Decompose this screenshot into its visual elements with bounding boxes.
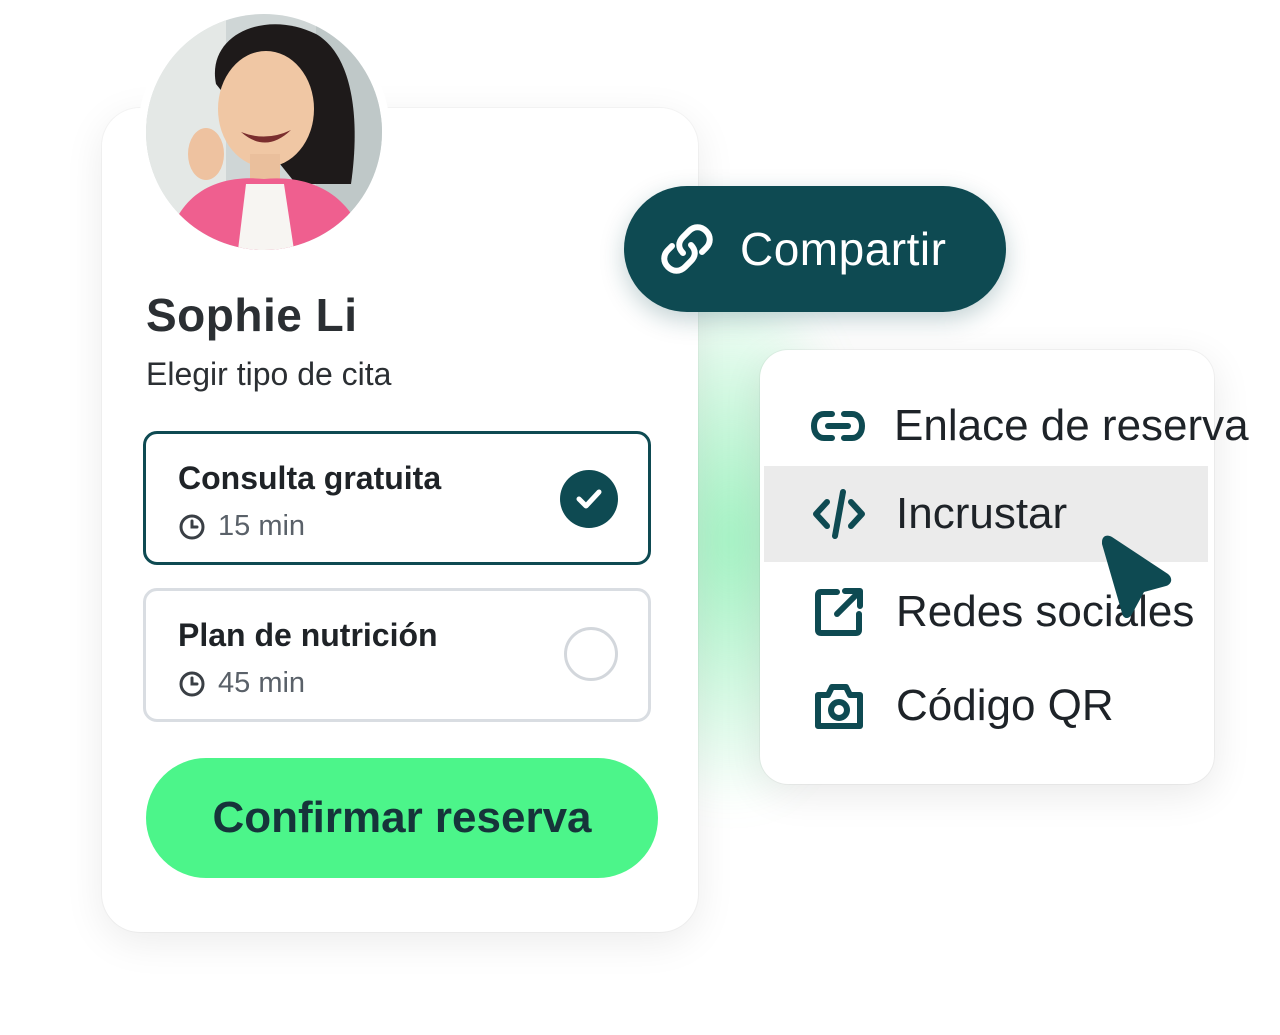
option-duration-text: 45 min bbox=[218, 667, 306, 699]
code-icon bbox=[810, 485, 868, 543]
link-icon bbox=[661, 224, 713, 274]
option-title: Consulta gratuita bbox=[178, 460, 442, 496]
option-title: Plan de nutrición bbox=[178, 617, 438, 653]
option-duration: 45 min bbox=[178, 667, 305, 700]
unselected-radio[interactable] bbox=[564, 627, 618, 681]
appointment-option-free-consultation[interactable]: Consulta gratuita 15 min bbox=[143, 431, 651, 565]
share-button-label: Compartir bbox=[740, 223, 947, 275]
external-link-icon bbox=[810, 583, 868, 641]
profile-name: Sophie Li bbox=[146, 289, 358, 341]
share-button[interactable]: Compartir bbox=[624, 186, 1006, 312]
camera-icon bbox=[810, 677, 868, 735]
menu-item-qr-code[interactable]: Código QR bbox=[764, 658, 1208, 754]
profile-subtitle: Elegir tipo de cita bbox=[146, 356, 392, 392]
menu-item-label: Enlace de reserva bbox=[894, 401, 1249, 450]
menu-item-booking-link[interactable]: Enlace de reserva bbox=[764, 378, 1249, 474]
clock-icon bbox=[179, 514, 205, 539]
menu-item-label: Incrustar bbox=[896, 489, 1068, 538]
appointment-option-nutrition-plan[interactable]: Plan de nutrición 45 min bbox=[143, 588, 651, 722]
link-icon bbox=[810, 397, 866, 455]
cursor-pointer-icon bbox=[1102, 535, 1172, 619]
menu-item-label: Código QR bbox=[896, 681, 1114, 730]
confirm-booking-button[interactable]: Confirmar reserva bbox=[146, 758, 658, 878]
option-duration: 15 min bbox=[178, 510, 305, 543]
selected-check-icon bbox=[560, 470, 618, 528]
avatar-photo bbox=[146, 14, 382, 250]
clock-icon bbox=[179, 671, 205, 696]
avatar bbox=[146, 14, 382, 250]
option-duration-text: 15 min bbox=[218, 510, 306, 542]
